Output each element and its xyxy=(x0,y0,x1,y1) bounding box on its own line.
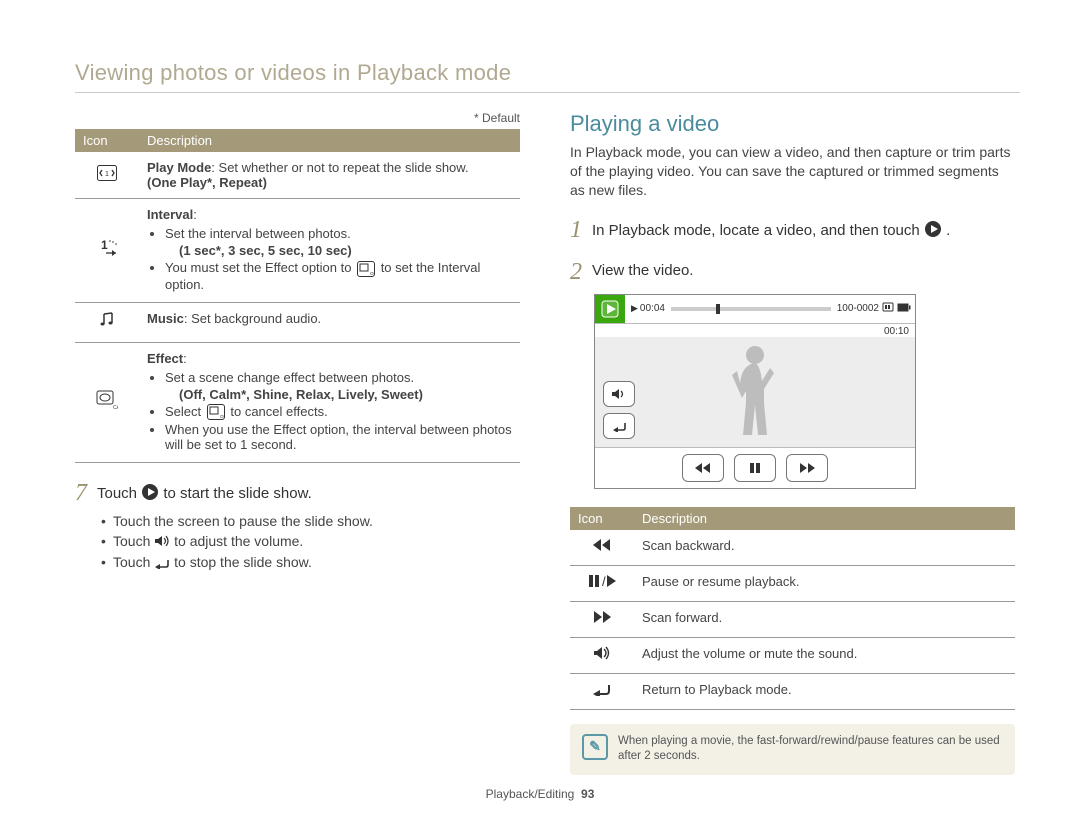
table-row: 1 Play Mode: Set whether or not to repea… xyxy=(75,152,520,199)
table-row: Return to Playback mode. xyxy=(570,673,1015,709)
step-text: View the video. xyxy=(592,260,693,279)
step-number: 2 xyxy=(570,260,592,284)
scan-backward-button[interactable] xyxy=(682,454,724,482)
playing-video-title: Playing a video xyxy=(570,111,1015,137)
row-options: (1 sec*, 3 sec, 5 sec, 10 sec) xyxy=(179,243,352,258)
divider xyxy=(75,92,1020,93)
video-file-id: 100-0002 xyxy=(837,303,879,314)
volume-icon xyxy=(570,637,634,673)
row-desc: Scan backward. xyxy=(634,530,1015,566)
row-tail: : xyxy=(193,207,197,222)
list-item: Set the interval between photos. xyxy=(165,226,512,241)
section-title: Viewing photos or videos in Playback mod… xyxy=(75,60,1020,86)
row-lead: Interval xyxy=(147,207,193,222)
row-lead: Music xyxy=(147,311,184,326)
footer-page: 93 xyxy=(581,787,594,801)
list-item: Set a scene change effect between photos… xyxy=(165,370,512,385)
scan-forward-icon xyxy=(570,601,634,637)
video-total: 00:10 xyxy=(595,324,915,337)
volume-icon xyxy=(154,534,170,550)
step-7: 7 Touch to start the slide show. xyxy=(75,481,520,505)
svg-text:1: 1 xyxy=(105,171,109,178)
step-number: 7 xyxy=(75,481,97,505)
default-label: * Default xyxy=(75,111,520,125)
table-row: Adjust the volume or mute the sound. xyxy=(570,637,1015,673)
step-number: 1 xyxy=(570,218,592,242)
row-tail: : xyxy=(183,351,187,366)
right-column: Playing a video In Playback mode, you ca… xyxy=(570,111,1015,775)
pause-play-icon: / xyxy=(570,565,634,601)
svg-text:CALM: CALM xyxy=(113,405,118,410)
row-desc: Return to Playback mode. xyxy=(634,673,1015,709)
footer-section: Playback/Editing xyxy=(486,787,575,801)
video-elapsed: 00:04 xyxy=(640,303,665,314)
list-item: Touch to adjust the volume. xyxy=(101,533,520,550)
video-progress-bar[interactable] xyxy=(671,307,831,311)
return-button[interactable] xyxy=(603,413,635,439)
memory-icon xyxy=(882,302,894,315)
interval-icon: 1 xyxy=(75,199,139,303)
play-mode-icon: 1 xyxy=(75,152,139,199)
svg-text:OFF: OFF xyxy=(370,271,374,276)
col-desc-header: Description xyxy=(139,129,520,152)
table-row: 1 Interval: Set the interval between pho… xyxy=(75,199,520,303)
video-play-button[interactable] xyxy=(595,295,625,323)
play-circle-icon xyxy=(924,220,942,242)
table-row: CALM Effect: Set a scene change effect b… xyxy=(75,342,520,463)
note-text: When playing a movie, the fast-forward/r… xyxy=(618,734,1003,765)
row-desc: Scan forward. xyxy=(634,601,1015,637)
row-options: (One Play*, Repeat) xyxy=(147,175,267,190)
step-7-notes: Touch the screen to pause the slide show… xyxy=(101,513,520,572)
table-row: Scan forward. xyxy=(570,601,1015,637)
col-icon-header: Icon xyxy=(75,129,139,152)
step-text-post: . xyxy=(946,222,950,239)
svg-text:OFF: OFF xyxy=(220,414,224,419)
svg-text:1: 1 xyxy=(101,239,108,252)
note-box: ✎ When playing a movie, the fast-forward… xyxy=(570,724,1015,775)
list-item: When you use the Effect option, the inte… xyxy=(165,422,512,452)
effect-off-icon: OFF xyxy=(357,261,375,277)
col-desc-header: Description xyxy=(634,507,1015,530)
video-player-mockup: ▶ 00:04 100-0002 00:10 xyxy=(594,294,916,489)
return-icon xyxy=(154,556,170,572)
list-item: You must set the Effect option to OFF to… xyxy=(165,260,512,292)
page-footer: Playback/Editing 93 xyxy=(0,787,1080,801)
video-controls-table: Icon Description Scan backward. / Pause … xyxy=(570,507,1015,710)
effect-icon: CALM xyxy=(75,342,139,463)
slideshow-options-table: Icon Description 1 Play Mode: Set whethe… xyxy=(75,129,520,463)
scan-backward-icon xyxy=(570,530,634,566)
row-lead: Play Mode xyxy=(147,160,211,175)
battery-full-icon xyxy=(897,303,911,315)
volume-button[interactable] xyxy=(603,381,635,407)
table-row: Scan backward. xyxy=(570,530,1015,566)
col-icon-header: Icon xyxy=(570,507,634,530)
svg-text:/: / xyxy=(602,574,606,588)
list-item: Touch the screen to pause the slide show… xyxy=(101,513,520,529)
table-row: / Pause or resume playback. xyxy=(570,565,1015,601)
return-icon xyxy=(570,673,634,709)
pause-button[interactable] xyxy=(734,454,776,482)
step-text-post: to start the slide show. xyxy=(163,485,311,502)
list-item: Touch to stop the slide show. xyxy=(101,554,520,571)
list-item: Select OFF to cancel effects. xyxy=(165,404,512,421)
row-lead: Effect xyxy=(147,351,183,366)
video-thumbnail-figure xyxy=(730,343,780,437)
step-2: 2 View the video. xyxy=(570,260,1015,284)
row-desc: Pause or resume playback. xyxy=(634,565,1015,601)
row-tail: : Set background audio. xyxy=(184,311,321,326)
row-options: (Off, Calm*, Shine, Relax, Lively, Sweet… xyxy=(179,387,423,402)
step-text-pre: In Playback mode, locate a video, and th… xyxy=(592,222,924,239)
row-tail: : Set whether or not to repeat the slide… xyxy=(211,160,468,175)
effect-off-icon: OFF xyxy=(207,404,225,420)
step-1: 1 In Playback mode, locate a video, and … xyxy=(570,218,1015,242)
row-desc: Adjust the volume or mute the sound. xyxy=(634,637,1015,673)
scan-forward-button[interactable] xyxy=(786,454,828,482)
music-icon xyxy=(75,302,139,342)
note-icon: ✎ xyxy=(582,734,608,760)
table-row: Music: Set background audio. xyxy=(75,302,520,342)
step-text-pre: Touch xyxy=(97,485,141,502)
playing-video-intro: In Playback mode, you can view a video, … xyxy=(570,143,1015,200)
left-column: * Default Icon Description 1 Play Mode: … xyxy=(75,111,520,775)
play-circle-icon xyxy=(141,483,159,505)
